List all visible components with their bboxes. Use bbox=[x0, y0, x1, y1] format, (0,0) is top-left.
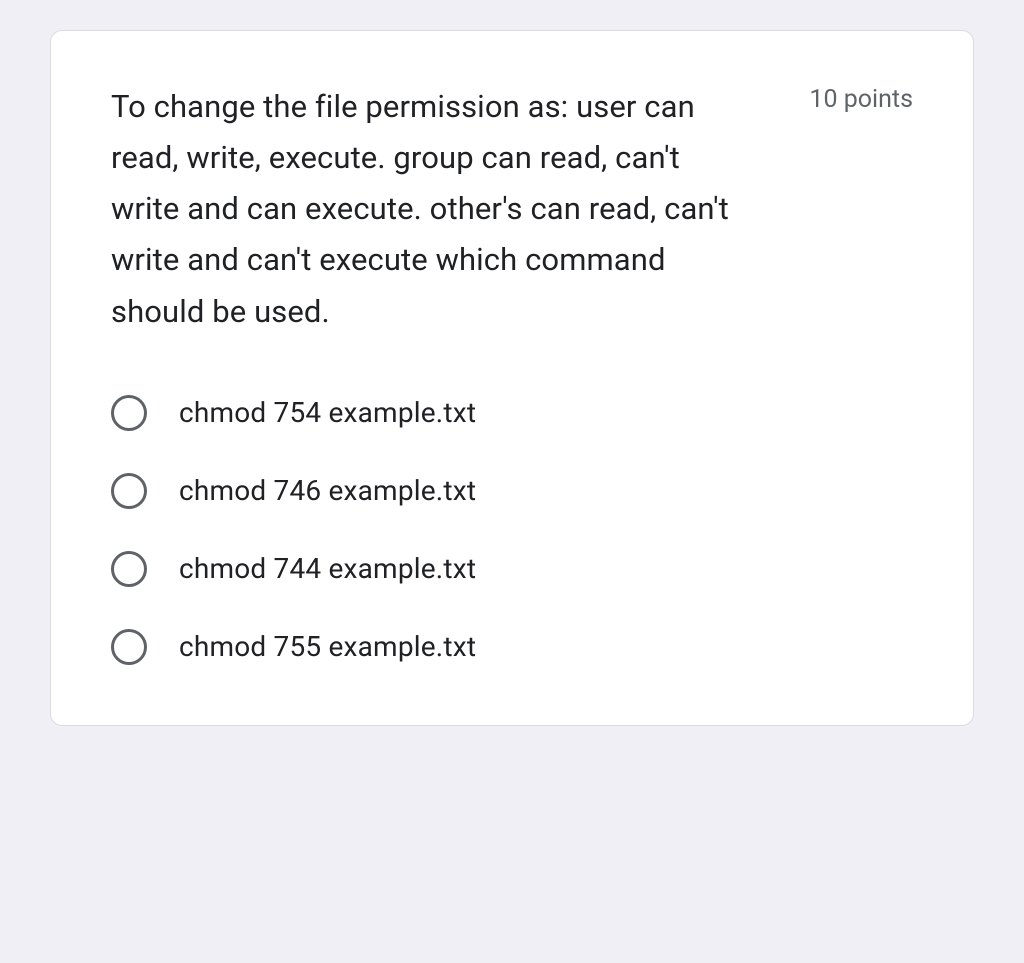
option-label: chmod 746 example.txt bbox=[179, 474, 476, 507]
option-0[interactable]: chmod 754 example.txt bbox=[111, 395, 913, 431]
option-label: chmod 755 example.txt bbox=[179, 630, 476, 663]
radio-icon[interactable] bbox=[111, 473, 147, 509]
option-label: chmod 744 example.txt bbox=[179, 552, 476, 585]
radio-icon[interactable] bbox=[111, 395, 147, 431]
option-2[interactable]: chmod 744 example.txt bbox=[111, 551, 913, 587]
option-3[interactable]: chmod 755 example.txt bbox=[111, 629, 913, 665]
points-label: 10 points bbox=[809, 85, 913, 114]
option-label: chmod 754 example.txt bbox=[179, 396, 476, 429]
radio-icon[interactable] bbox=[111, 551, 147, 587]
question-text: To change the file permission as: user c… bbox=[111, 81, 751, 337]
options-list: chmod 754 example.txt chmod 746 example.… bbox=[111, 395, 913, 665]
radio-icon[interactable] bbox=[111, 629, 147, 665]
question-card: To change the file permission as: user c… bbox=[50, 30, 974, 726]
option-1[interactable]: chmod 746 example.txt bbox=[111, 473, 913, 509]
question-header: To change the file permission as: user c… bbox=[111, 81, 913, 337]
